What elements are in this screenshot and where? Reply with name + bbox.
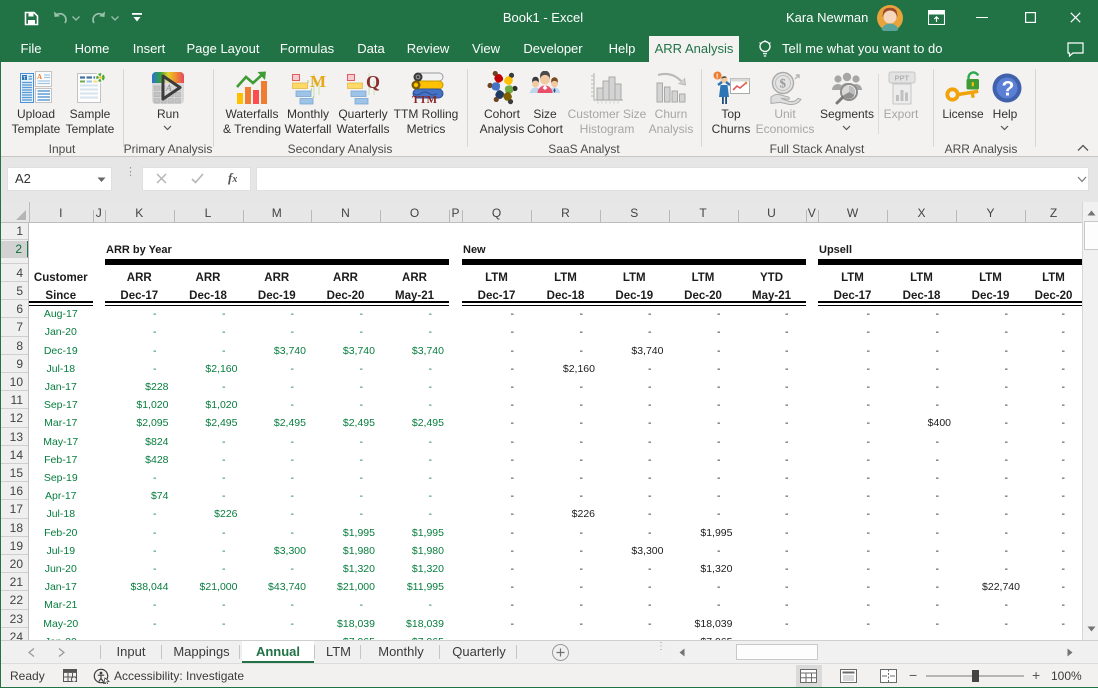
svg-text:PPT: PPT (895, 73, 910, 82)
svg-text:?: ? (1002, 77, 1015, 100)
svg-text:A: A (165, 83, 172, 93)
svg-text:$: $ (780, 75, 787, 90)
svg-text:TTM: TTM (412, 94, 438, 105)
svg-text:!: ! (716, 73, 718, 80)
svg-text:A: A (37, 73, 42, 81)
svg-text:Q: Q (366, 72, 380, 92)
svg-text:M: M (310, 72, 326, 91)
